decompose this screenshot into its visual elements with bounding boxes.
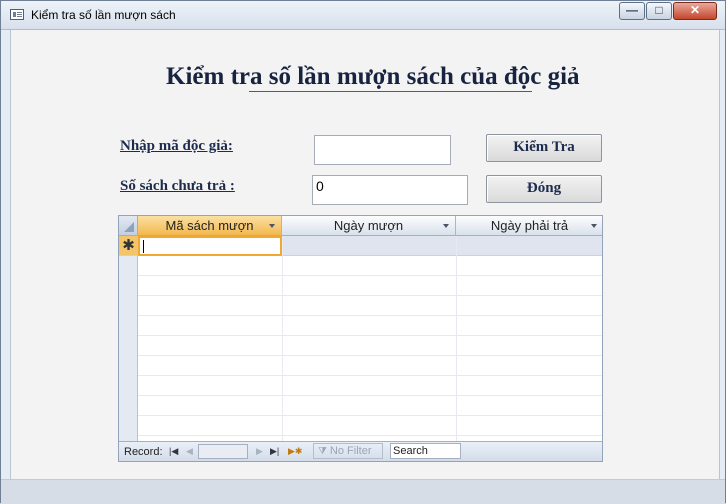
empty-row [138,296,602,316]
dropdown-arrow-icon[interactable] [269,224,275,228]
title-bar: Kiểm tra số lần mượn sách — □ ✕ [1,1,725,30]
empty-row [138,356,602,376]
dropdown-arrow-icon[interactable] [443,224,449,228]
text-caret [143,240,144,253]
dropdown-arrow-icon[interactable] [591,224,597,228]
close-form-button[interactable]: Đóng [486,175,602,203]
minimize-button[interactable]: — [619,2,645,20]
check-button[interactable]: Kiểm Tra [486,134,602,162]
book-id-cell[interactable] [138,236,282,256]
next-record-icon[interactable]: ▶ [256,446,263,457]
column-header-due-date[interactable]: Ngày phải trả [456,216,602,236]
form-icon [10,9,24,20]
maximize-button[interactable]: □ [646,2,672,20]
new-record-icon[interactable]: ▶✱ [288,446,302,457]
search-box[interactable]: Search [390,443,461,459]
record-selector-column [119,236,138,441]
borrowed-books-datasheet: Mã sách mượn Ngày mượn Ngày phải trả ✱ R… [118,215,603,462]
heading-underline [249,91,532,92]
current-record-field[interactable] [198,444,248,459]
reader-id-label: Nhập mã độc giả: [120,138,233,154]
no-filter-label: No Filter [329,445,372,457]
column-header-label: Ngày phải trả [490,218,569,233]
column-header-book-id[interactable]: Mã sách mượn [138,216,282,236]
empty-row [138,376,602,396]
empty-row [138,336,602,356]
empty-row [138,396,602,416]
reader-id-input[interactable] [314,135,451,165]
record-navigation-bar: Record: |◀ ◀ ▶ ▶| ▶✱ ⧩ No Filter Search [119,441,602,461]
filter-icon: ⧩ [318,446,327,457]
form-heading: Kiểm tra số lần mượn sách của độc giả [166,63,580,90]
previous-record-icon[interactable]: ◀ [186,446,193,457]
select-all-corner[interactable] [119,216,138,236]
column-divider [282,236,283,441]
column-header-label: Mã sách mượn [165,218,254,233]
form-window: Kiểm tra số lần mượn sách — □ ✕ Kiểm tra… [0,0,726,504]
form-footer [1,479,725,504]
new-record-selector[interactable]: ✱ [119,236,138,256]
no-filter-button[interactable]: ⧩ No Filter [313,443,383,459]
close-window-button[interactable]: ✕ [673,2,717,20]
empty-row [138,316,602,336]
column-header-borrow-date[interactable]: Ngày mượn [282,216,456,236]
column-header-label: Ngày mượn [333,218,404,233]
unreturned-count-field[interactable]: 0 [312,175,468,205]
empty-row [138,276,602,296]
column-divider [456,236,457,441]
window-title: Kiểm tra số lần mượn sách [31,8,176,22]
last-record-icon[interactable]: ▶| [270,446,279,457]
record-label: Record: [124,446,163,458]
unreturned-label: Số sách chưa trả : [120,178,235,194]
empty-row [138,256,602,276]
empty-row [138,416,602,436]
first-record-icon[interactable]: |◀ [169,446,178,457]
